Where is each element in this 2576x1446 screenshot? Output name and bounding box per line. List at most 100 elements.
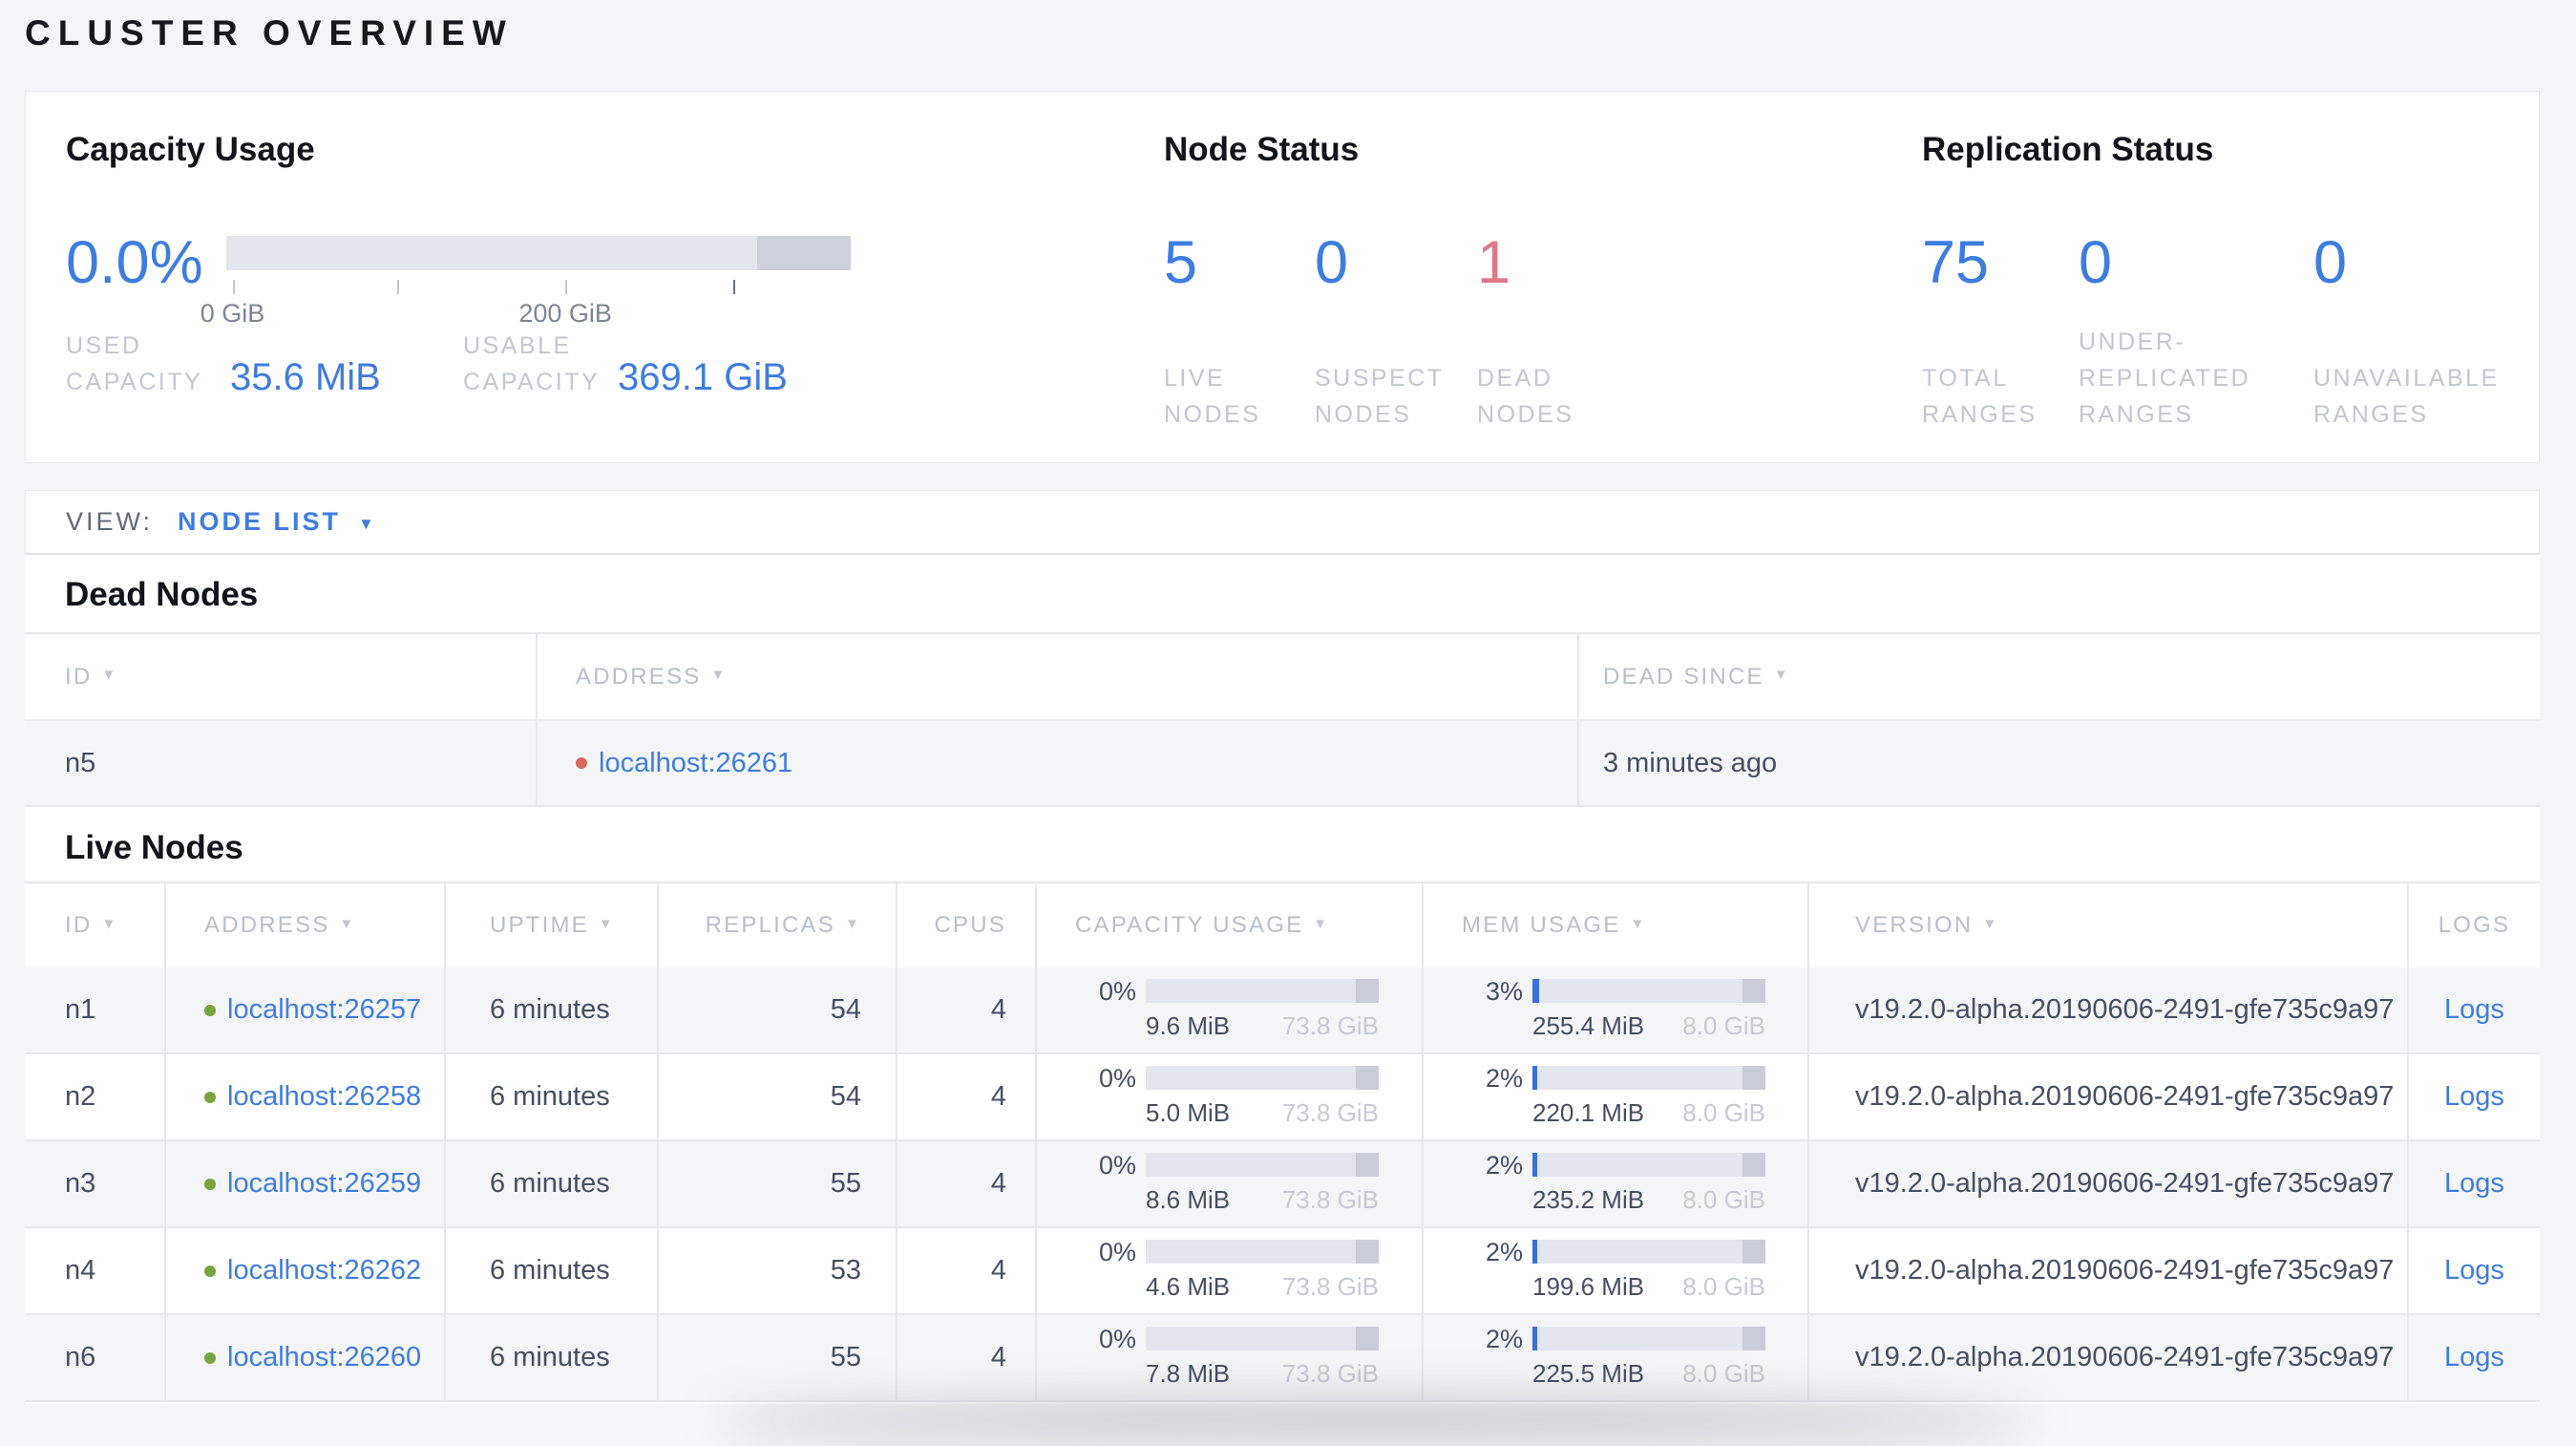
capacity-bar-reserved-segment: [1355, 979, 1379, 1003]
capacity-gauge-track: [226, 236, 851, 270]
mem-bar-fill: [1532, 1327, 1537, 1350]
view-label: VIEW:: [66, 507, 154, 536]
node-address-link[interactable]: localhost:26259: [227, 1168, 421, 1200]
mem-bar-reserved-segment: [1742, 1327, 1765, 1350]
column-header-dead-since[interactable]: DEAD SINCE ▼: [1577, 634, 2540, 719]
column-header-mem-usage[interactable]: MEM USAGE ▼: [1422, 883, 1807, 968]
bottom-shadow: [711, 1400, 2038, 1440]
capacity-bar: [1146, 1066, 1379, 1090]
mem-percent: 3%: [1485, 977, 1523, 1006]
logs-cell: Logs: [2407, 968, 2540, 1053]
cpus-cell: 4: [896, 1054, 1035, 1139]
cpus-cell: 4: [896, 968, 1035, 1053]
column-header-id[interactable]: ID ▼: [25, 883, 164, 968]
logs-link[interactable]: Logs: [2444, 1081, 2504, 1113]
live-status-icon: [204, 1091, 216, 1103]
summary-card: Capacity Usage 0.0% 0 GiB 200 GiB USED C…: [25, 91, 2540, 463]
mem-percent: 2%: [1485, 1064, 1523, 1093]
live-status-icon: [204, 1265, 216, 1277]
capacity-usage-cell: 0% 7.8 MiB 73.8 GiB: [1035, 1315, 1422, 1400]
version-cell: v19.2.0-alpha.20190606-2491-gfe735c9a97: [1807, 968, 2407, 1053]
live-node-row: n4 localhost:26262 6 minutes 53 4 0% 4.6…: [25, 1228, 2540, 1315]
logs-cell: Logs: [2407, 1141, 2540, 1226]
capacity-bar-reserved-segment: [1355, 1153, 1379, 1177]
mem-used-value: 220.1 MiB: [1532, 1098, 1645, 1127]
column-header-logs: LOGS: [2407, 883, 2540, 968]
caret-down-icon[interactable]: ▼: [358, 511, 374, 534]
sort-arrow-icon: ▼: [101, 667, 118, 683]
unavailable-label: UNAVAILABLE RANGES: [2313, 365, 2500, 428]
capacity-gauge-nonusable-segment: [756, 236, 851, 270]
logs-link[interactable]: Logs: [2444, 1342, 2504, 1373]
mem-percent: 2%: [1485, 1238, 1523, 1266]
capacity-usage-title: Capacity Usage: [66, 131, 315, 168]
mem-total-value: 8.0 GiB: [1682, 1359, 1765, 1388]
column-header-address[interactable]: ADDRESS ▼: [164, 883, 444, 968]
node-address-link[interactable]: localhost:26262: [227, 1255, 421, 1287]
logs-link[interactable]: Logs: [2444, 1255, 2504, 1287]
mem-used-value: 235.2 MiB: [1532, 1185, 1645, 1214]
column-header-replicas[interactable]: REPLICAS ▼: [657, 883, 896, 968]
live-node-row: n6 localhost:26260 6 minutes 55 4 0% 7.8…: [25, 1315, 2540, 1402]
node-address-link[interactable]: localhost:26257: [227, 994, 421, 1026]
unavailable-ranges-stat: 0 UNAVAILABLE RANGES: [2313, 230, 2543, 433]
nodes-tables-section: Dead Nodes ID ▼ ADDRESS ▼ DEAD SINCE ▼ n…: [25, 555, 2540, 1404]
replication-status-title: Replication Status: [1922, 131, 2214, 168]
logs-link[interactable]: Logs: [2444, 994, 2504, 1026]
capacity-bar: [1146, 979, 1379, 1003]
mem-usage-cell: 2% 220.1 MiB 8.0 GiB: [1422, 1054, 1807, 1139]
view-dropdown[interactable]: NODE LIST: [178, 507, 341, 537]
node-id-cell: n4: [65, 1255, 96, 1286]
capacity-used-value: 4.6 MiB: [1146, 1272, 1231, 1301]
capacity-percent: 0%: [1098, 1064, 1136, 1093]
unavailable-count: 0: [2313, 229, 2348, 296]
total-ranges-stat: 75 TOTAL RANGES: [1922, 230, 2079, 433]
sort-arrow-icon: ▼: [339, 915, 356, 932]
capacity-percent: 0%: [1098, 1151, 1136, 1180]
capacity-percent-value: 0.0%: [66, 229, 203, 296]
capacity-bar-reserved-segment: [1355, 1327, 1379, 1350]
capacity-used-value: 9.6 MiB: [1146, 1011, 1231, 1040]
live-nodes-header-row: ID ▼ ADDRESS ▼ UPTIME ▼ REPLICAS ▼ CPUS: [25, 883, 2540, 968]
sort-arrow-icon: ▼: [844, 915, 861, 932]
node-id-cell: n6: [65, 1342, 96, 1372]
mem-bar-fill: [1532, 1066, 1537, 1090]
logs-cell: Logs: [2407, 1315, 2540, 1400]
column-header-capacity-usage[interactable]: CAPACITY USAGE ▼: [1035, 883, 1422, 968]
sort-arrow-icon: ▼: [101, 915, 118, 932]
under-replicated-count: 0: [2079, 229, 2113, 296]
mem-used-value: 225.5 MiB: [1532, 1359, 1645, 1388]
capacity-usage-cell: 0% 9.6 MiB 73.8 GiB: [1035, 968, 1422, 1053]
suspect-nodes-count: 0: [1315, 229, 1349, 296]
suspect-nodes-stat: 0 SUSPECT NODES: [1315, 230, 1477, 433]
view-selector-bar: VIEW: NODE LIST ▼: [25, 490, 2540, 555]
usable-capacity-value: 369.1 GiB: [618, 356, 788, 398]
node-address-link[interactable]: localhost:26258: [227, 1081, 421, 1113]
column-header-version[interactable]: VERSION ▼: [1807, 883, 2407, 968]
uptime-cell: 6 minutes: [444, 1054, 657, 1139]
column-header-uptime[interactable]: UPTIME ▼: [444, 883, 657, 968]
node-id-cell: n2: [65, 1081, 96, 1112]
mem-bar-fill: [1532, 979, 1540, 1003]
column-header-address[interactable]: ADDRESS ▼: [536, 634, 1577, 719]
dead-nodes-label: DEAD NODES: [1477, 365, 1574, 428]
node-address-link[interactable]: localhost:26261: [599, 748, 792, 779]
mem-total-value: 8.0 GiB: [1682, 1011, 1765, 1040]
sort-arrow-icon: ▼: [1313, 915, 1330, 932]
under-replicated-label: UNDER-REPLICATED RANGES: [2079, 329, 2251, 428]
cpus-cell: 4: [896, 1141, 1035, 1226]
replicas-cell: 54: [657, 968, 896, 1053]
uptime-cell: 6 minutes: [444, 1228, 657, 1313]
column-header-id[interactable]: ID ▼: [25, 634, 536, 719]
logs-link[interactable]: Logs: [2444, 1168, 2504, 1200]
replicas-cell: 53: [657, 1228, 896, 1313]
node-address-cell: localhost:26257: [164, 968, 444, 1053]
mem-bar-reserved-segment: [1742, 1240, 1765, 1264]
node-address-link[interactable]: localhost:26260: [227, 1342, 421, 1373]
replicas-cell: 55: [657, 1141, 896, 1226]
node-id-cell: n1: [65, 994, 96, 1025]
live-status-icon: [204, 1178, 216, 1190]
capacity-percent: 0%: [1098, 1238, 1136, 1266]
capacity-total-value: 73.8 GiB: [1281, 1359, 1379, 1388]
dead-nodes-stat: 1 DEAD NODES: [1477, 230, 1649, 433]
